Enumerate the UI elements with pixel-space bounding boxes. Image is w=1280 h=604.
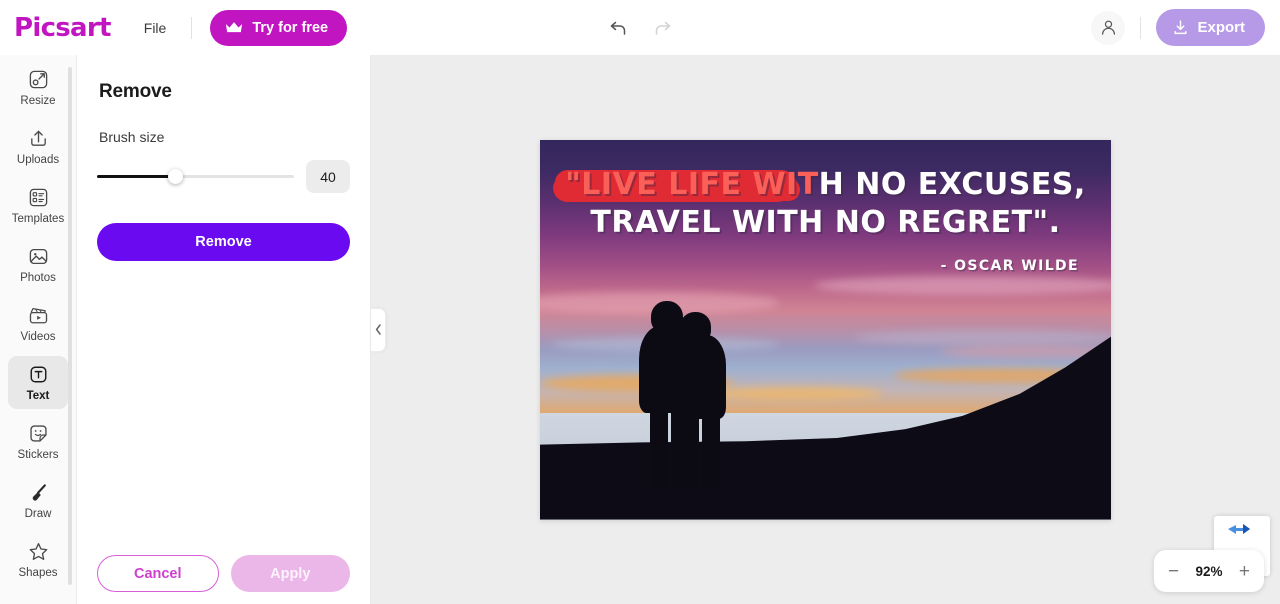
undo-button[interactable] xyxy=(603,13,633,43)
sidebar-item-uploads[interactable]: Uploads xyxy=(8,120,68,173)
zoom-out-button[interactable]: − xyxy=(1168,562,1179,581)
image-canvas[interactable]: "LIVE LIFE WIT H NO EXCUSES, TRAVEL WITH… xyxy=(540,139,1111,520)
export-label: Export xyxy=(1197,19,1245,36)
photo-icon xyxy=(29,248,47,264)
sidebar-item-videos[interactable]: Videos xyxy=(8,297,68,350)
sidebar-item-resize[interactable]: Resize xyxy=(8,61,68,114)
sidebar-item-text[interactable]: Text xyxy=(8,356,68,409)
panel-collapse-button[interactable] xyxy=(371,307,386,352)
sidebar-item-templates[interactable]: Templates xyxy=(8,179,68,232)
picsart-logo[interactable]: Picsart xyxy=(14,13,111,43)
file-menu[interactable]: File xyxy=(137,15,174,41)
editor-body: Resize Uploads Templates Photos Videos T… xyxy=(0,55,1280,604)
header-divider xyxy=(191,16,193,39)
sidebar-item-label: Draw xyxy=(24,507,52,520)
quote-overlay[interactable]: "LIVE LIFE WIT H NO EXCUSES, TRAVEL WITH… xyxy=(540,166,1111,275)
cloud xyxy=(711,386,883,401)
sticker-icon xyxy=(29,424,47,442)
hiker-leg-right-a xyxy=(680,409,700,490)
sidebar-scrollbar[interactable] xyxy=(68,67,72,585)
zoom-in-button[interactable]: + xyxy=(1239,562,1250,581)
picsart-editor: Picsart File Try for free Export Resize … xyxy=(0,0,1280,604)
upload-icon xyxy=(30,130,46,146)
quote-highlight-text: "LIVE LIFE WIT xyxy=(565,166,819,202)
cancel-button[interactable]: Cancel xyxy=(97,555,219,592)
slider-track-fill xyxy=(97,175,176,178)
recaptcha-badge-icon xyxy=(1228,524,1250,534)
sidebar-item-label: Shapes xyxy=(18,566,58,579)
brush-icon xyxy=(32,483,46,501)
sidebar-item-label: Uploads xyxy=(16,153,60,166)
brush-size-control: 40 xyxy=(77,160,370,193)
text-icon xyxy=(30,366,46,382)
panel-title: Remove xyxy=(99,81,172,102)
hiker-leg-left-a xyxy=(649,405,669,490)
canvas-stage: "LIVE LIFE WIT H NO EXCUSES, TRAVEL WITH… xyxy=(371,55,1280,604)
zoom-control: − 92% + xyxy=(1154,550,1264,592)
sidebar-item-label: Resize xyxy=(20,94,56,107)
video-icon xyxy=(29,307,47,323)
templates-icon xyxy=(29,188,47,206)
sidebar-item-label: Text xyxy=(26,389,50,402)
remove-button[interactable]: Remove xyxy=(97,223,350,261)
resize-icon xyxy=(29,70,47,88)
quote-line-1-rest: H NO EXCUSES, xyxy=(818,166,1086,202)
sidebar-item-label: Photos xyxy=(20,271,56,284)
star-icon xyxy=(29,542,47,560)
user-avatar-icon xyxy=(1101,20,1115,35)
remove-tool-panel: Remove Brush size 40 Remove Cancel Apply xyxy=(77,55,371,604)
highlighted-phrase: "LIVE LIFE WIT xyxy=(555,166,819,204)
apply-button[interactable]: Apply xyxy=(230,555,350,592)
app-header: Picsart File Try for free Export xyxy=(0,0,1280,55)
brush-size-label: Brush size xyxy=(99,129,165,145)
undo-arrow-icon xyxy=(610,21,625,35)
sidebar-item-label: Stickers xyxy=(17,448,59,461)
sidebar-item-photos[interactable]: Photos xyxy=(8,238,68,291)
try-for-free-label: Try for free xyxy=(252,19,329,36)
sidebar-item-draw[interactable]: Draw xyxy=(8,474,68,527)
sidebar-item-shapes[interactable]: Shapes xyxy=(8,533,68,586)
header-right-group: Export xyxy=(1091,9,1280,46)
quote-line-1: "LIVE LIFE WIT H NO EXCUSES, xyxy=(540,166,1111,204)
avatar[interactable] xyxy=(1091,10,1126,45)
sidebar-item-stickers[interactable]: Stickers xyxy=(8,415,68,468)
quote-line-2: TRAVEL WITH NO REGRET". xyxy=(590,204,1061,240)
redo-arrow-icon xyxy=(655,21,670,35)
header-divider-2 xyxy=(1140,16,1142,39)
export-button[interactable]: Export xyxy=(1156,9,1265,46)
panel-footer: Cancel Apply xyxy=(77,555,370,604)
slider-thumb[interactable] xyxy=(168,169,184,184)
quote-attribution: - OSCAR WILDE xyxy=(940,258,1079,275)
cloud xyxy=(854,329,1111,345)
tool-sidebar: Resize Uploads Templates Photos Videos T… xyxy=(0,55,77,604)
trekking-pole xyxy=(710,365,714,491)
chevron-left-icon xyxy=(375,324,381,335)
brush-size-slider[interactable] xyxy=(97,166,294,188)
redo-button[interactable] xyxy=(647,13,677,43)
sidebar-item-label: Templates xyxy=(11,212,65,225)
try-for-free-button[interactable]: Try for free xyxy=(210,9,348,46)
download-icon xyxy=(1174,20,1187,35)
hiker-body-right xyxy=(672,335,727,419)
zoom-level-value: 92% xyxy=(1195,563,1223,579)
brush-size-input[interactable]: 40 xyxy=(306,160,350,193)
crown-icon xyxy=(226,22,243,33)
sidebar-item-label: Videos xyxy=(20,330,56,343)
